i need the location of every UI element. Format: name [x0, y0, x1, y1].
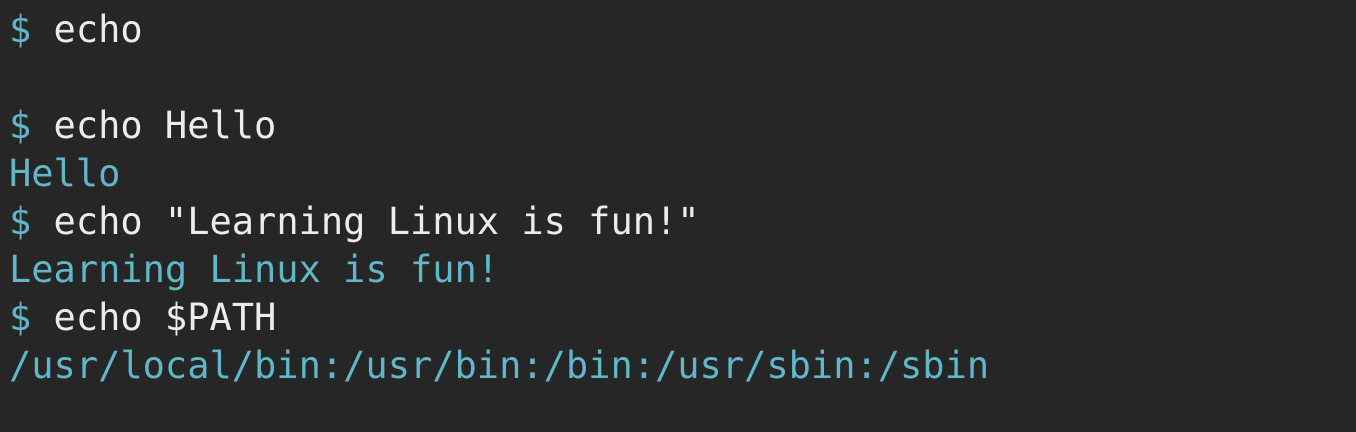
terminal-line-output: Learning Linux is fun!	[9, 246, 1356, 294]
prompt-symbol: $	[9, 296, 32, 339]
prompt-symbol: $	[9, 200, 32, 243]
command-text: echo Hello	[31, 104, 277, 147]
terminal-line-output: Hello	[9, 150, 1356, 198]
output-text: /usr/local/bin:/usr/bin:/bin:/usr/sbin:/…	[9, 344, 990, 387]
prompt-symbol: $	[9, 8, 32, 51]
command-text: echo $PATH	[31, 296, 277, 339]
command-text: echo	[31, 8, 143, 51]
terminal-line-command: $ echo Hello	[9, 102, 1356, 150]
output-text: Hello	[9, 152, 121, 195]
terminal-line-command: $ echo "Learning Linux is fun!"	[9, 198, 1356, 246]
terminal-line-command: $ echo $PATH	[9, 294, 1356, 342]
terminal-line-output: /usr/local/bin:/usr/bin:/bin:/usr/sbin:/…	[9, 342, 1356, 390]
terminal-window[interactable]: $ echo $ echo Hello Hello $ echo "Learni…	[0, 0, 1356, 432]
output-text: Learning Linux is fun!	[9, 248, 500, 291]
terminal-line-command: $ echo	[9, 6, 1356, 54]
prompt-symbol: $	[9, 104, 32, 147]
command-text: echo "Learning Linux is fun!"	[31, 200, 700, 243]
